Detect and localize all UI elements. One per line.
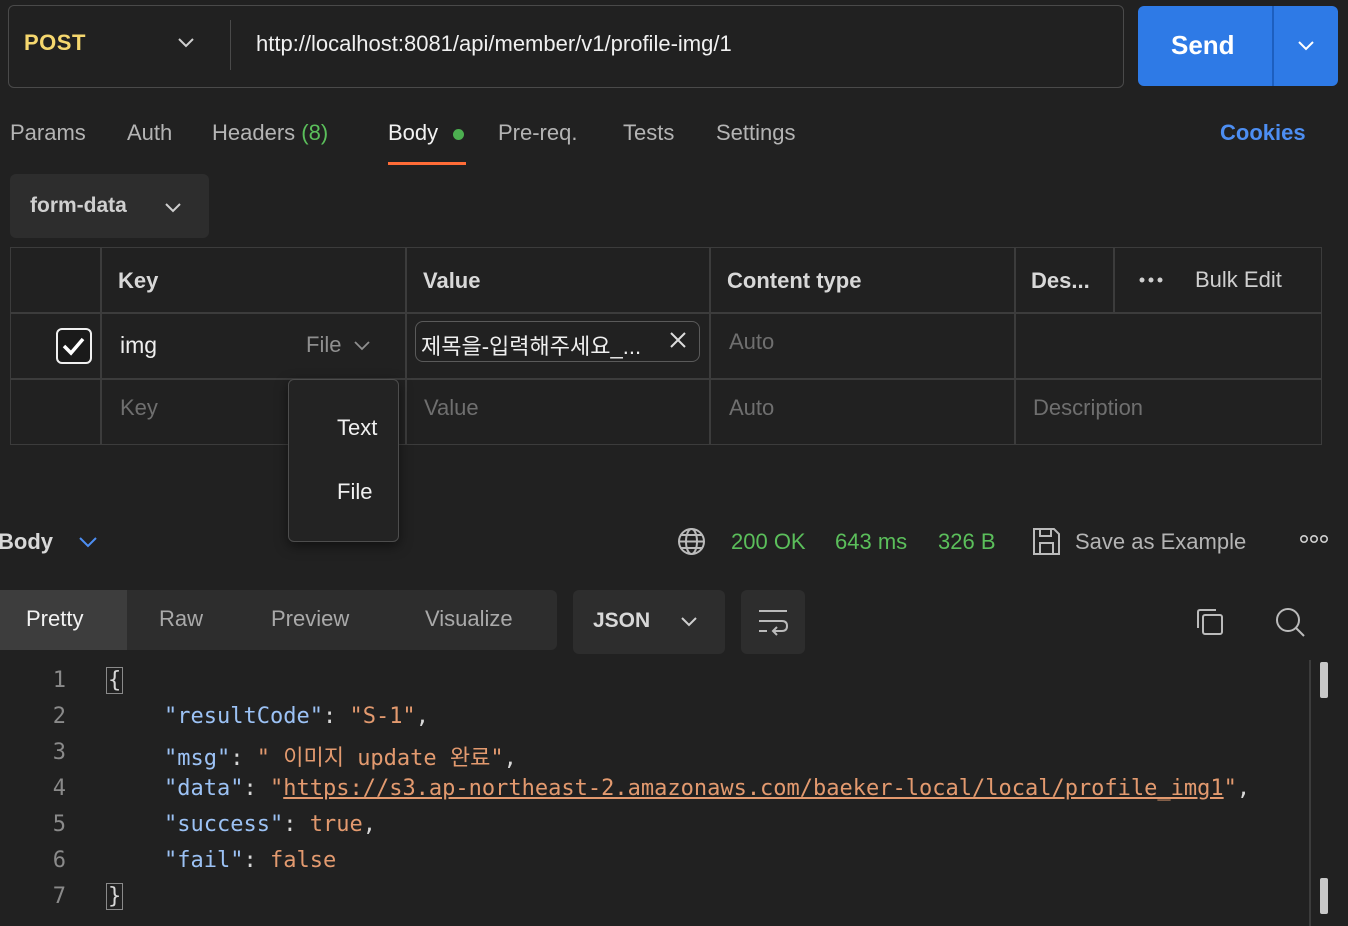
checkmark-icon — [62, 337, 85, 356]
json-line-7: } — [106, 883, 124, 910]
dropdown-option-file[interactable]: File — [337, 479, 372, 505]
json-close-brace: } — [106, 883, 124, 910]
table-divider — [1014, 247, 1016, 445]
method-select[interactable]: POST — [24, 30, 86, 56]
description-input-placeholder[interactable]: Description — [1033, 395, 1143, 421]
value-input-placeholder[interactable]: Value — [424, 395, 479, 421]
json-line-1: { — [106, 667, 124, 694]
column-header-key: Key — [118, 268, 159, 293]
json-boolean: false — [269, 848, 337, 873]
copy-icon[interactable] — [1195, 607, 1225, 637]
json-key: "msg" — [164, 746, 231, 771]
line-number: 5 — [52, 812, 66, 837]
send-button-label[interactable]: Send — [1171, 30, 1235, 61]
json-key: "success" — [164, 812, 284, 837]
response-size[interactable]: 326 B — [938, 529, 996, 555]
line-number: 6 — [52, 848, 66, 873]
tab-headers-label: Headers — [212, 120, 296, 145]
status-code[interactable]: 200 OK — [731, 529, 806, 555]
row-content-type[interactable]: Auto — [729, 329, 774, 355]
url-input[interactable]: http://localhost:8081/api/member/v1/prof… — [256, 31, 732, 57]
json-key: "fail" — [164, 848, 244, 873]
save-as-example-button[interactable]: Save as Example — [1075, 529, 1246, 555]
search-icon[interactable] — [1274, 606, 1306, 638]
json-open-brace: { — [106, 667, 124, 694]
send-options-chevron-icon[interactable] — [1296, 36, 1316, 56]
scrollbar-thumb[interactable] — [1320, 662, 1328, 698]
chevron-down-icon[interactable] — [680, 614, 698, 630]
column-header-description: Des... — [1031, 268, 1090, 293]
type-dropdown-menu — [288, 379, 399, 542]
tab-raw[interactable]: Raw — [159, 606, 203, 632]
json-line-5: "success": true, — [164, 812, 376, 837]
wrap-lines-icon — [759, 610, 789, 636]
json-url-link[interactable]: https://s3.ap-northeast-2.amazonaws.com/… — [283, 776, 1223, 801]
json-key: "resultCode" — [164, 704, 323, 729]
active-tab-underline — [388, 162, 466, 165]
json-line-3: "msg": " 이미지 update 완료", — [164, 746, 517, 771]
tab-visualize[interactable]: Visualize — [425, 606, 513, 632]
row-key-input[interactable]: img — [120, 332, 157, 359]
headers-count-badge: (8) — [301, 120, 329, 145]
globe-icon[interactable] — [677, 527, 706, 556]
file-name: 제목을-입력해주세요_... — [421, 334, 642, 359]
content-type-placeholder[interactable]: Auto — [729, 395, 774, 421]
table-divider — [405, 247, 407, 445]
chevron-down-icon[interactable] — [176, 32, 196, 52]
line-number: 3 — [52, 740, 66, 765]
url-divider — [230, 20, 231, 70]
scrollbar-thumb[interactable] — [1320, 878, 1328, 914]
line-number: 7 — [52, 884, 66, 909]
line-number: 1 — [52, 668, 66, 693]
send-split-divider — [1272, 6, 1274, 86]
table-divider — [10, 378, 1322, 380]
tab-auth[interactable]: Auth — [127, 120, 172, 146]
wrap-lines-button[interactable] — [741, 590, 805, 654]
table-divider — [10, 312, 1322, 314]
line-number: 4 — [52, 776, 66, 801]
tab-pretty[interactable]: Pretty — [26, 606, 83, 632]
tab-tests[interactable]: Tests — [623, 120, 674, 146]
save-icon[interactable] — [1031, 526, 1062, 557]
chevron-down-icon[interactable] — [354, 338, 370, 352]
json-line-4: "data": "https://s3.ap-northeast-2.amazo… — [164, 776, 1251, 801]
tab-body[interactable]: Body — [388, 120, 438, 146]
tab-settings[interactable]: Settings — [716, 120, 796, 146]
more-options-icon[interactable] — [1299, 534, 1329, 544]
json-key: "data" — [164, 776, 244, 801]
column-header-content-type: Content type — [727, 268, 862, 293]
response-time[interactable]: 643 ms — [835, 529, 907, 555]
tab-preview[interactable]: Preview — [271, 606, 349, 632]
row-checkbox[interactable] — [56, 328, 92, 364]
column-header-value: Value — [423, 268, 481, 293]
tab-headers[interactable]: Headers (8) — [212, 120, 328, 146]
dropdown-option-text[interactable]: Text — [337, 415, 377, 441]
close-icon[interactable] — [668, 330, 688, 350]
table-divider — [100, 247, 102, 445]
key-type-select[interactable]: File — [306, 332, 341, 358]
body-indicator-dot — [453, 129, 464, 140]
line-number: 2 — [52, 704, 66, 729]
table-divider — [1113, 247, 1115, 313]
key-input-placeholder[interactable]: Key — [120, 395, 158, 421]
json-quote: " — [1223, 776, 1237, 801]
more-options-icon[interactable] — [1138, 276, 1164, 284]
bulk-edit-link[interactable]: Bulk Edit — [1195, 267, 1282, 293]
cookies-link[interactable]: Cookies — [1220, 120, 1306, 146]
json-line-2: "resultCode": "S-1", — [164, 704, 429, 729]
tab-prereq[interactable]: Pre-req. — [498, 120, 577, 146]
json-boolean: true — [309, 812, 363, 837]
json-string: " 이미지 update 완료" — [256, 746, 504, 771]
json-string: "S-1" — [349, 704, 416, 729]
response-body-label[interactable]: Body — [0, 529, 53, 555]
json-line-6: "fail": false — [164, 848, 337, 873]
json-quote: " — [269, 776, 284, 801]
body-type-label[interactable]: form-data — [30, 194, 127, 218]
chevron-down-icon[interactable] — [78, 534, 98, 550]
format-select-label[interactable]: JSON — [593, 609, 650, 633]
tab-params[interactable]: Params — [10, 120, 86, 146]
chevron-down-icon[interactable] — [164, 198, 182, 216]
scrollbar-track — [1309, 660, 1311, 926]
table-divider — [709, 247, 711, 445]
